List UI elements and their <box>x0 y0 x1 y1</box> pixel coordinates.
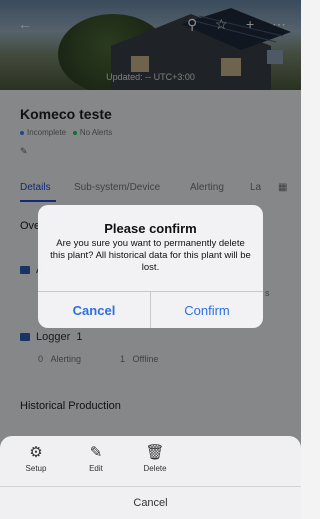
setup-action[interactable]: ⚙ Setup <box>18 442 54 473</box>
confirm-dialog: Please confirm Are you sure you want to … <box>38 205 263 328</box>
delete-action[interactable]: 🗑 Delete <box>137 442 173 473</box>
pencil-icon: ✎ <box>89 444 103 461</box>
gear-icon: ⚙ <box>29 444 43 461</box>
dialog-buttons: Cancel Confirm <box>38 291 263 328</box>
dialog-cancel-button[interactable]: Cancel <box>38 292 150 328</box>
edit-action[interactable]: ✎ Edit <box>78 442 114 473</box>
trash-icon: 🗑 <box>145 444 165 461</box>
sheet-cancel-button[interactable]: Cancel <box>0 487 301 519</box>
dialog-message: Are you sure you want to permanently del… <box>50 238 251 273</box>
dialog-title: Please confirm <box>104 221 197 236</box>
dialog-confirm-button[interactable]: Confirm <box>150 292 263 328</box>
action-sheet: ⚙ Setup ✎ Edit 🗑 Delete Cancel <box>0 436 301 519</box>
